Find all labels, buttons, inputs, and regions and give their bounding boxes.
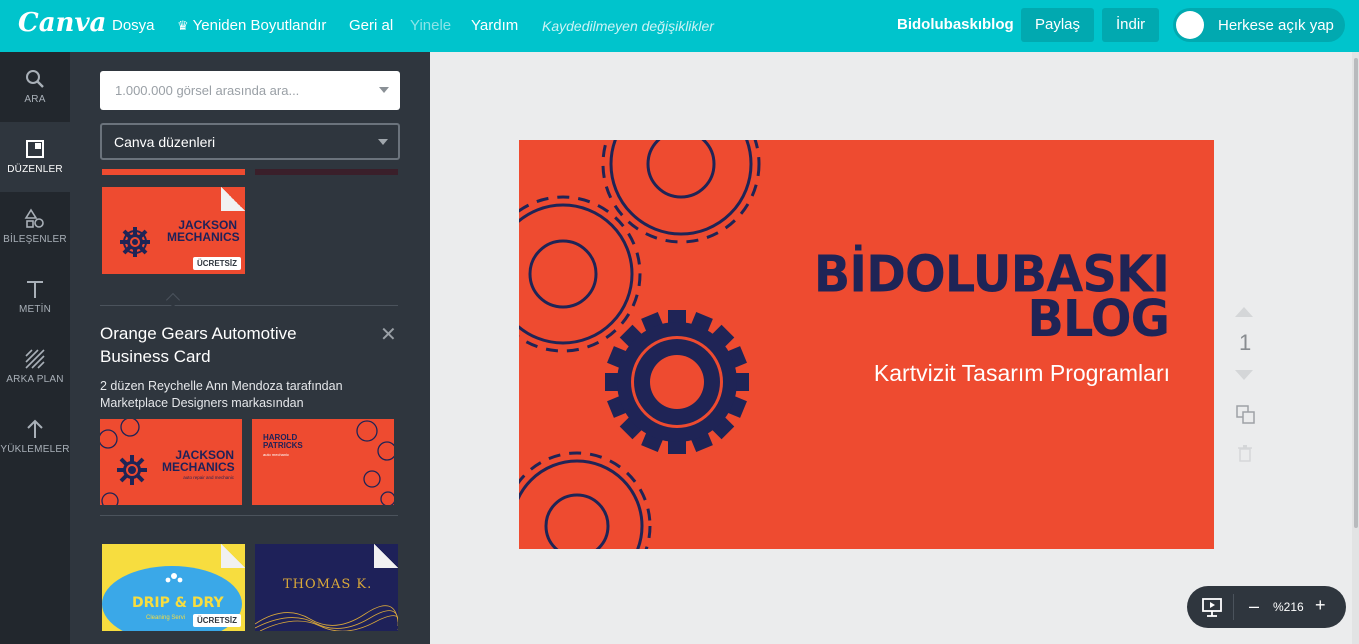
image-search-input[interactable]: 1.000.000 görsel arasında ara... [100, 71, 400, 110]
free-badge: ÜCRETSİZ [193, 257, 241, 270]
page-fold [374, 544, 398, 568]
toggle-knob [1176, 11, 1204, 39]
zoom-controls: – %216 + [1187, 586, 1346, 628]
rail-item-uploads[interactable]: YÜKLEMELER [0, 402, 70, 472]
search-icon [26, 70, 44, 88]
make-public-label: Herkese açık yap [1218, 17, 1334, 34]
left-rail: ARA DÜZENLER BİLEŞENLER METİN ARKA PLAN … [0, 52, 70, 644]
resize-menu[interactable]: ♛ Yeniden Boyutlandır [177, 17, 326, 34]
file-menu[interactable]: Dosya [112, 17, 155, 34]
thumb-title: THOMAS K. [283, 577, 373, 592]
rail-item-layouts[interactable]: DÜZENLER [0, 122, 70, 192]
unsaved-changes-note: Kaydedilmeyen değişiklikler [542, 18, 714, 34]
duplicate-page-icon[interactable] [1236, 405, 1256, 425]
rail-label: ARA [24, 94, 46, 105]
undo-button[interactable]: Geri al [349, 17, 393, 34]
thumb-title: DRIP & DRY [132, 595, 224, 611]
rail-item-search[interactable]: ARA [0, 52, 70, 122]
rail-label: YÜKLEMELER [0, 444, 70, 455]
layout-detail-subtitle: 2 düzen Reychelle Ann Mendoza tarafından… [100, 379, 343, 410]
document-title[interactable]: Bidolubaskıblog [897, 16, 1014, 33]
delete-page-icon[interactable] [1238, 445, 1252, 462]
design-page[interactable]: BİDOLUBASKI BLOG Kartvizit Tasarım Progr… [519, 140, 1214, 549]
make-public-toggle[interactable]: Herkese açık yap [1173, 8, 1345, 42]
layout-thumbnail-thomas[interactable]: THOMAS K. [255, 544, 398, 631]
free-badge: ÜCRETSİZ [193, 614, 241, 627]
rail-item-background[interactable]: ARKA PLAN [0, 332, 70, 402]
resize-label: Yeniden Boyutlandır [192, 17, 327, 34]
page-number: 1 [1239, 330, 1252, 355]
upload-icon [27, 419, 43, 438]
redo-button[interactable]: Yinele [410, 17, 451, 34]
rail-item-elements[interactable]: BİLEŞENLER [0, 192, 70, 262]
thumb-title-line2: MECHANICS [167, 230, 240, 244]
layout-page-back[interactable]: HAROLD PATRICKS auto mechanic [252, 419, 394, 505]
rail-label: DÜZENLER [7, 164, 63, 175]
help-menu[interactable]: Yardım [471, 17, 518, 34]
page-title[interactable]: BİDOLUBASKI BLOG [814, 250, 1170, 345]
crown-icon: ♛ [177, 18, 189, 33]
rail-label: ARKA PLAN [6, 374, 64, 385]
divider [100, 515, 398, 516]
thumb-title-line2: PATRICKS [263, 441, 303, 450]
thumb-sub: Cleaning Servi [146, 615, 186, 621]
layout-thumbnail[interactable] [255, 169, 398, 175]
thumb-title-line2: MECHANICS [162, 460, 235, 474]
layout-page-front[interactable]: JACKSON MECHANICS auto repair and mechan… [100, 419, 242, 505]
present-icon[interactable] [1201, 597, 1223, 617]
zoom-out-button[interactable]: – [1249, 596, 1259, 617]
rail-item-text[interactable]: METİN [0, 262, 70, 332]
text-icon [27, 281, 43, 298]
layout-source-select[interactable]: Canva düzenleri [100, 123, 400, 160]
thumb-tagline: auto mechanic [263, 452, 290, 457]
gears-graphic [356, 420, 394, 505]
thumb-tagline: auto repair and mechanic [183, 475, 234, 480]
scrollbar-thumb[interactable] [1354, 58, 1358, 528]
search-placeholder: 1.000.000 görsel arasında ara... [115, 83, 300, 98]
zoom-in-button[interactable]: + [1315, 595, 1326, 616]
close-icon[interactable]: ✕ [380, 322, 397, 347]
separator [1233, 594, 1234, 620]
layouts-panel: 1.000.000 görsel arasında ara... Canva d… [70, 52, 430, 644]
page-subtitle[interactable]: Kartvizit Tasarım Programları [874, 360, 1170, 387]
elements-icon [24, 208, 44, 228]
move-page-down-icon[interactable] [1235, 370, 1253, 380]
layout-source-value: Canva düzenleri [114, 134, 216, 150]
layouts-icon [26, 140, 44, 158]
rail-label: METİN [18, 304, 52, 315]
layout-thumbnail[interactable] [102, 169, 245, 175]
layout-detail-title: Orange Gears Automotive Business Card [100, 324, 297, 366]
share-button[interactable]: Paylaş [1021, 8, 1095, 42]
page-fold [221, 187, 245, 211]
top-bar: Canva Dosya ♛ Yeniden Boyutlandır Geri al… [0, 0, 1359, 52]
download-button[interactable]: İndir [1102, 8, 1160, 42]
chevron-down-icon [378, 139, 388, 145]
canva-logo[interactable]: Canva [18, 8, 106, 38]
layout-thumbnail-jackson[interactable]: JACKSON MECHANICS ÜCRETSİZ [102, 187, 245, 274]
chevron-down-icon[interactable] [379, 87, 389, 93]
move-page-up-icon[interactable] [1235, 307, 1253, 317]
background-icon [25, 349, 45, 369]
page-fold [221, 544, 245, 568]
rail-label: BİLEŞENLER [3, 234, 67, 245]
zoom-level[interactable]: %216 [1273, 600, 1304, 614]
layout-thumbnail-drip-dry[interactable]: DRIP & DRY Cleaning Servi ÜCRETSİZ [102, 544, 245, 631]
divider [100, 305, 398, 306]
